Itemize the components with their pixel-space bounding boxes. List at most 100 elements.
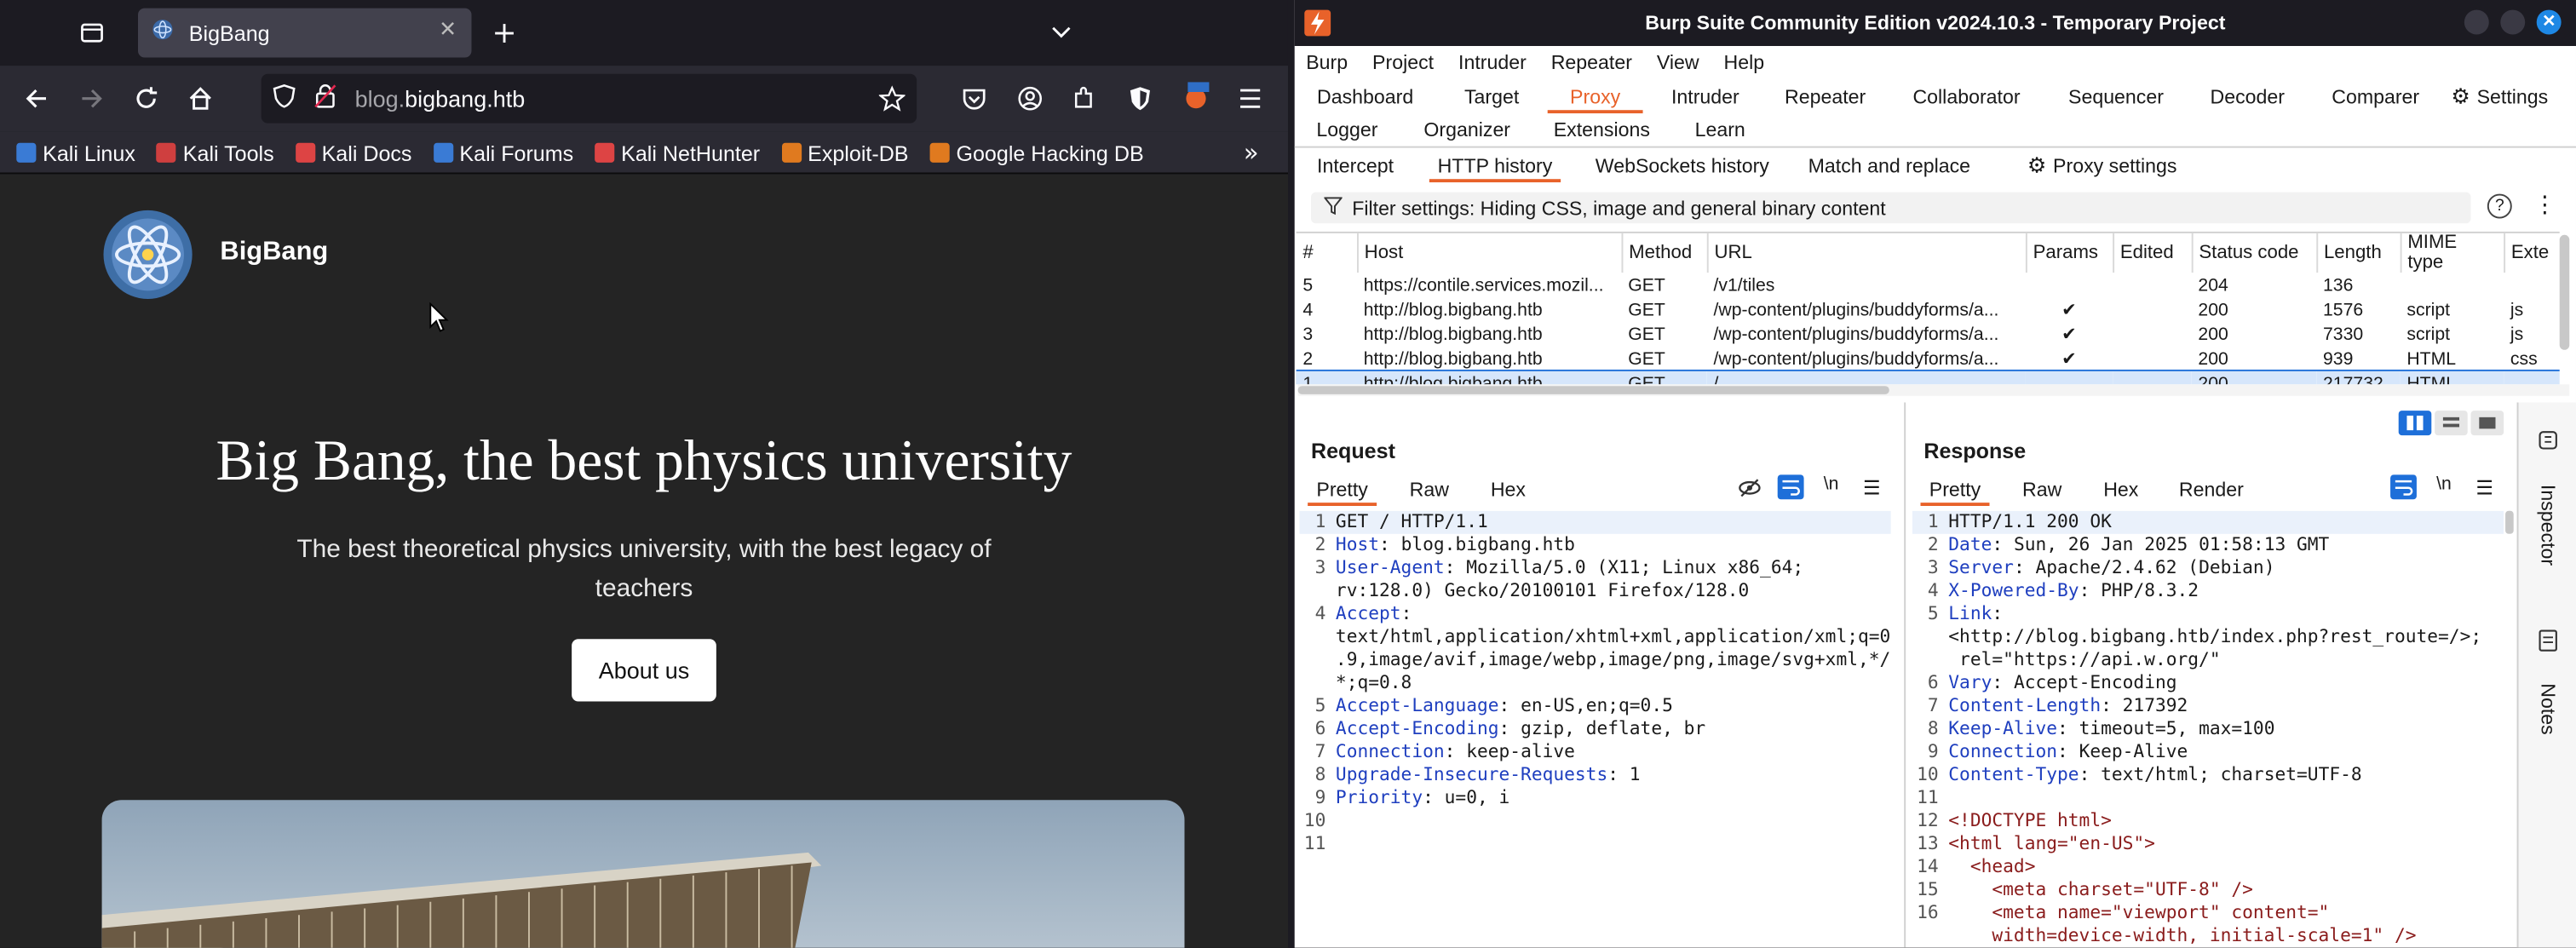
tab-extensions[interactable]: Extensions [1548, 113, 1656, 147]
bookmark-item[interactable]: Google Hacking DB [929, 141, 1144, 165]
resp-tab-hex[interactable]: Hex [2091, 473, 2150, 506]
notes-tab[interactable]: Notes [2525, 669, 2571, 750]
menu-item-intruder[interactable]: Intruder [1458, 51, 1527, 74]
tab-decoder[interactable]: Decoder [2201, 80, 2293, 113]
more-options-icon[interactable]: ⋮ [2533, 191, 2556, 219]
tab-dashboard[interactable]: Dashboard [1304, 80, 1426, 113]
home-icon[interactable] [182, 80, 218, 116]
tab-comparer[interactable]: Comparer [2326, 80, 2425, 113]
maximize-button[interactable] [2500, 9, 2526, 35]
column-header[interactable]: URL [1706, 233, 2027, 273]
response-show-newlines-toggle[interactable]: \n [2436, 474, 2452, 494]
notes-icon[interactable] [2539, 629, 2558, 661]
new-tab-icon[interactable]: + [486, 14, 522, 50]
column-header[interactable]: Length [2316, 233, 2401, 273]
tab-logger[interactable]: Logger [1308, 113, 1387, 147]
menu-item-repeater[interactable]: Repeater [1551, 51, 1632, 74]
req-tab-pretty[interactable]: Pretty [1308, 473, 1377, 506]
column-header[interactable]: Exte [2504, 233, 2560, 273]
tab-sequencer[interactable]: Sequencer [2060, 80, 2171, 113]
url-bar[interactable]: blog.bigbang.htb [261, 73, 917, 124]
column-header[interactable]: Host [1356, 233, 1623, 273]
tab-intruder[interactable]: Intruder [1659, 80, 1751, 113]
line-number: 5 [1927, 602, 1939, 624]
show-newlines-toggle[interactable]: \n [1824, 474, 1839, 494]
request-editor[interactable]: 1 GET / HTTP/1.1 2 Host: blog.bigbang.htb 3 U… [1299, 510, 1891, 948]
close-window-button[interactable]: ✕ [2536, 9, 2562, 35]
word-wrap-icon[interactable] [1777, 474, 1804, 500]
back-icon[interactable] [18, 80, 54, 116]
bookmark-item[interactable]: Kali Linux [16, 141, 135, 165]
table-horizontal-scrollbar[interactable] [1297, 384, 2570, 396]
column-header[interactable]: MIME type [2400, 233, 2505, 273]
response-scrollbar[interactable] [2505, 510, 2514, 534]
tab-repeater[interactable]: Repeater [1774, 80, 1877, 113]
proxy-settings-button[interactable]: ⚙ Proxy settings [2027, 149, 2231, 182]
table-row[interactable]: 4 http://blog.bigbang.htb GET/wp-content/p… [1297, 297, 2560, 322]
tracking-shield-icon[interactable] [273, 83, 296, 114]
bookmark-star-icon[interactable] [877, 85, 906, 118]
tab-collaborator[interactable]: Collaborator [1906, 80, 2027, 113]
bookmark-item[interactable]: Kali Docs [295, 141, 411, 165]
tab-learn[interactable]: Learn [1686, 113, 1755, 147]
subtab-websockets-history[interactable]: WebSockets history [1587, 149, 1778, 182]
subtab-intercept[interactable]: Intercept [1304, 149, 1406, 182]
bookmark-item[interactable]: Kali NetHunter [595, 141, 760, 165]
request-menu-icon[interactable]: ☰ [1863, 476, 1881, 499]
bookmark-item[interactable]: Kali Tools [156, 141, 274, 165]
site-brand-name[interactable]: BigBang [220, 238, 328, 268]
bookmark-item[interactable]: Exploit-DB [781, 141, 909, 165]
burp-proxy-extension-icon[interactable] [1178, 78, 1214, 113]
column-header[interactable]: # [1296, 233, 1358, 273]
tab-close-icon[interactable]: ✕ [439, 18, 457, 43]
column-header[interactable]: Params [2025, 233, 2114, 273]
pocket-icon[interactable] [956, 80, 992, 116]
forward-icon[interactable] [74, 80, 110, 116]
bookmarks-overflow-icon[interactable]: » [1244, 138, 1259, 168]
app-menu-icon[interactable] [1232, 80, 1268, 116]
menu-item-project[interactable]: Project [1372, 51, 1434, 74]
browser-tab-bigbang[interactable]: BigBang ✕ [137, 8, 472, 58]
table-row[interactable]: 2 http://blog.bigbang.htb GET/wp-content/p… [1297, 347, 2560, 371]
hide-nonprintable-icon[interactable] [1738, 476, 1761, 508]
subtab-match-and-replace[interactable]: Match and replace [1804, 149, 1975, 182]
response-word-wrap-icon[interactable] [2390, 474, 2417, 500]
minimize-button[interactable] [2464, 9, 2489, 35]
resp-tab-render[interactable]: Render [2171, 473, 2252, 506]
table-row[interactable]: 3 http://blog.bigbang.htb GET/wp-content/p… [1297, 322, 2560, 347]
menu-item-view[interactable]: View [1657, 51, 1699, 74]
subtab-http-history[interactable]: HTTP history [1429, 149, 1561, 183]
column-header[interactable]: Edited [2113, 233, 2193, 273]
extensions-icon[interactable] [1067, 80, 1102, 116]
column-header[interactable]: Status code [2191, 233, 2318, 273]
tab-proxy[interactable]: Proxy [1547, 80, 1643, 114]
tab-organizer[interactable]: Organizer [1416, 113, 1518, 147]
table-row[interactable]: 1 http://blog.bigbang.htb GET / 200 217732 HTM… [1296, 369, 2560, 385]
tab-target[interactable]: Target [1452, 80, 1532, 113]
resp-tab-raw[interactable]: Raw [2012, 473, 2071, 506]
column-header[interactable]: Method [1621, 233, 1708, 273]
response-menu-icon[interactable]: ☰ [2475, 476, 2493, 499]
help-icon[interactable]: ? [2487, 193, 2512, 219]
insecure-lock-icon[interactable] [313, 83, 336, 114]
req-tab-hex[interactable]: Hex [1479, 473, 1538, 506]
settings-button[interactable]: ⚙ Settings [2451, 80, 2556, 113]
firefox-view-icon[interactable] [74, 14, 110, 50]
inspector-tab[interactable]: Inspector [2525, 468, 2571, 583]
reload-icon[interactable] [128, 80, 164, 116]
list-all-tabs-icon[interactable] [1044, 14, 1079, 50]
response-editor[interactable]: 1 HTTP/1.1 200 OK 2 Date: Sun, 26 Jan 2025 … [1912, 510, 2504, 948]
table-row[interactable]: 5 https://contile.services.mozil... GET/v1… [1297, 273, 2560, 297]
site-logo[interactable] [102, 209, 194, 301]
menu-item-burp[interactable]: Burp [1306, 51, 1348, 74]
resp-tab-pretty[interactable]: Pretty [1920, 473, 1990, 506]
account-icon[interactable] [1012, 80, 1048, 116]
menu-item-help[interactable]: Help [1724, 51, 1765, 74]
ublock-shield-icon[interactable] [1122, 80, 1158, 116]
table-vertical-scrollbar[interactable] [2559, 234, 2570, 350]
inspector-icon[interactable] [2539, 428, 2558, 458]
bookmark-item[interactable]: Kali Forums [433, 141, 573, 165]
req-tab-raw[interactable]: Raw [1400, 473, 1458, 506]
about-us-button[interactable]: About us [572, 639, 716, 702]
filter-settings-bar[interactable]: Filter settings: Hiding CSS, image and g… [1310, 192, 2471, 224]
